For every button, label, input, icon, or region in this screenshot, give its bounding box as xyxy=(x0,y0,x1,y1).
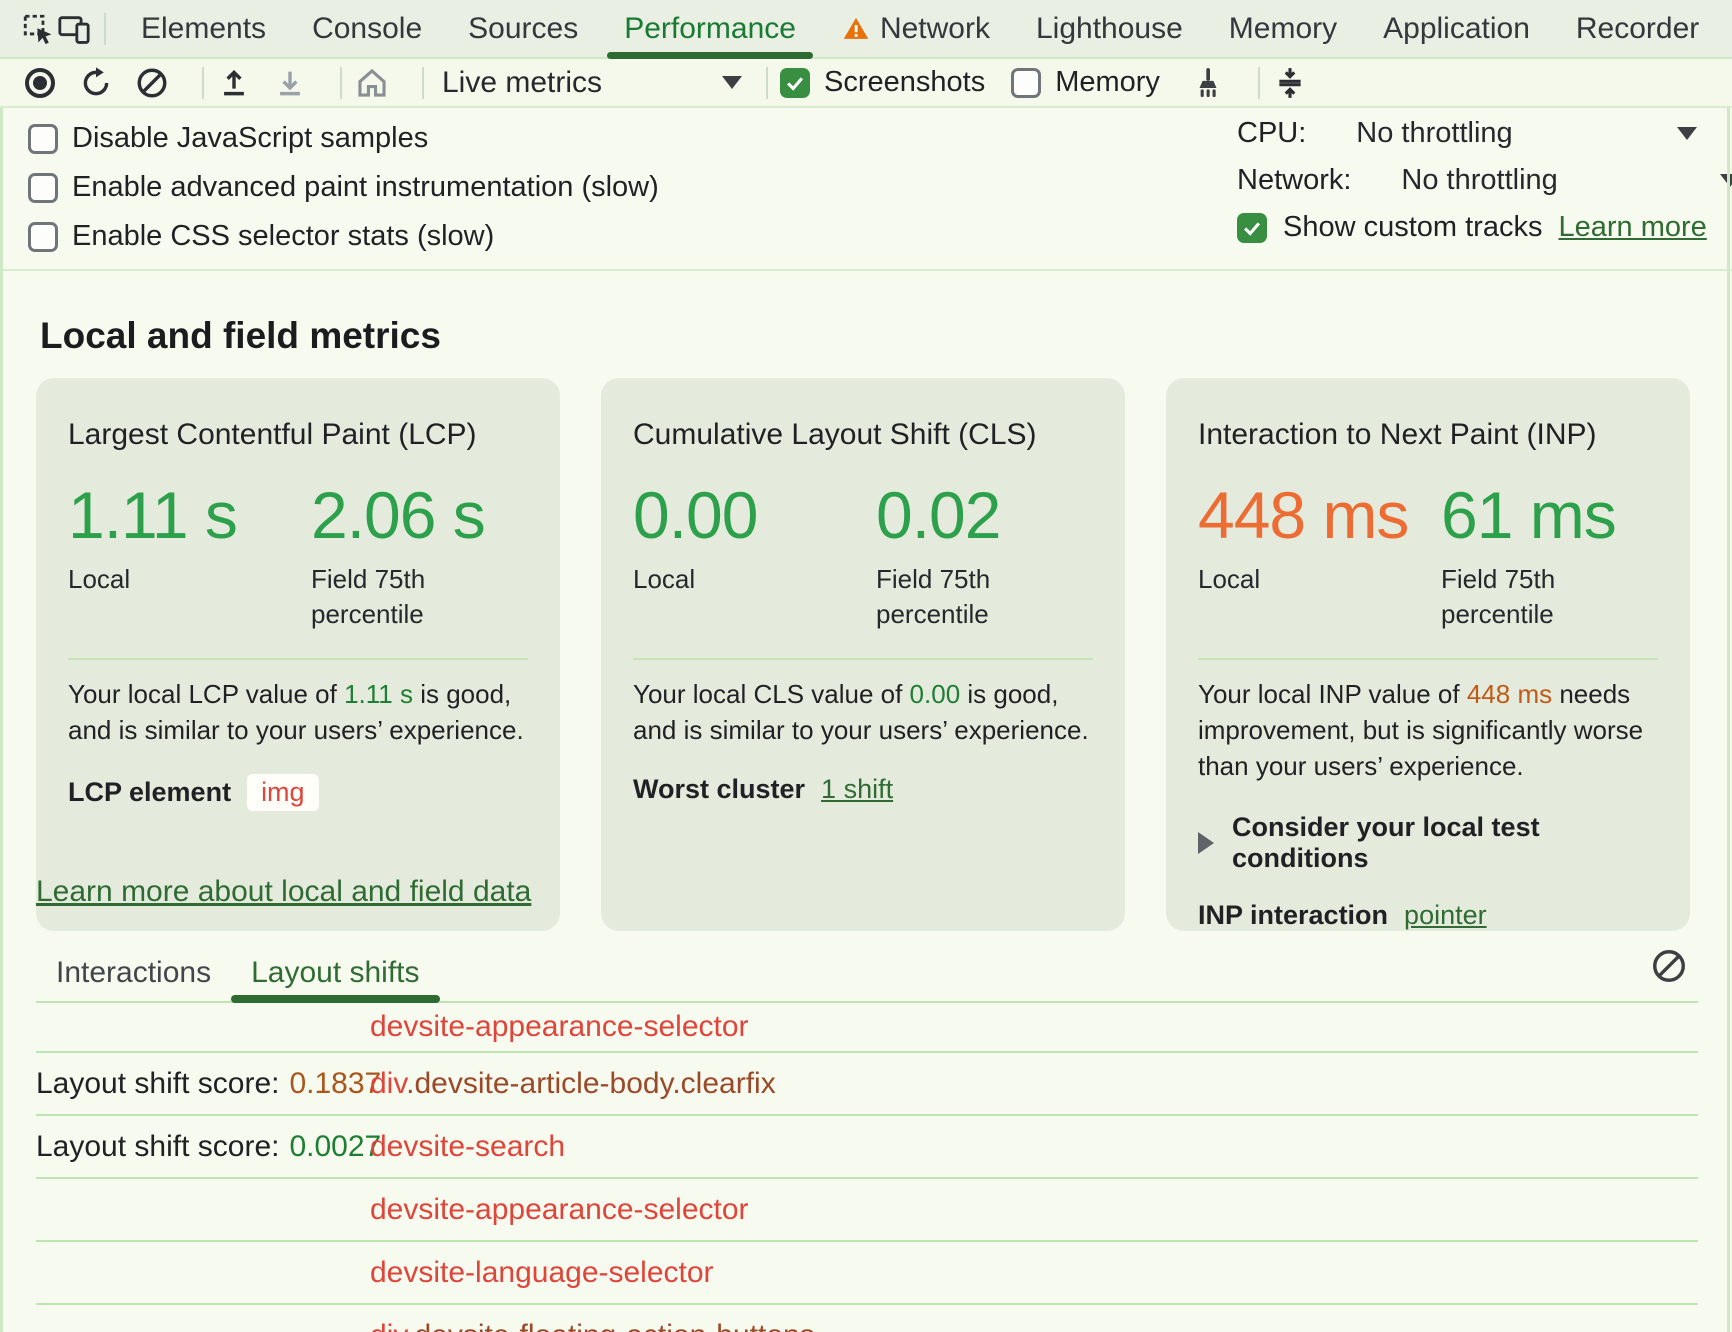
field-data-learn-more-link[interactable]: Learn more about local and field data xyxy=(36,875,531,909)
inp-card: Interaction to Next Paint (INP) 448 ms L… xyxy=(1166,378,1690,931)
clear-icon[interactable] xyxy=(134,65,170,101)
gc-broom-icon[interactable] xyxy=(1190,65,1226,101)
disable-js-samples-row[interactable]: Disable JavaScript samples xyxy=(28,122,659,155)
tab-elements[interactable]: Elements xyxy=(118,0,289,57)
lcp-card: Largest Contentful Paint (LCP) 1.11 s Lo… xyxy=(36,378,560,931)
load-profile-icon[interactable] xyxy=(216,65,252,101)
inspect-element-icon[interactable] xyxy=(20,11,56,47)
disclosure-triangle-icon xyxy=(1198,832,1214,854)
layout-shift-row[interactable]: Layout shift score: 0.0027 devsite-searc… xyxy=(36,1116,1698,1179)
lcp-field-value: 2.06 s xyxy=(311,482,528,548)
layout-shift-row[interactable]: devsite-appearance-selector xyxy=(36,1179,1698,1242)
layout-shift-row[interactable]: devsite-language-selector xyxy=(36,1242,1698,1305)
layout-shift-row[interactable]: devsite-appearance-selector xyxy=(36,1003,1698,1053)
live-metrics-label: Live metrics xyxy=(442,66,602,100)
tab-console[interactable]: Console xyxy=(289,0,445,57)
performance-toolbar: Live metrics Screenshots Memory xyxy=(0,59,1732,108)
tab-recorder[interactable]: Recorder xyxy=(1553,0,1722,57)
cls-local-value: 0.00 xyxy=(633,482,876,548)
device-toolbar-icon[interactable] xyxy=(56,11,92,47)
throttling-settings: CPU: No throttling Network: No throttlin… xyxy=(1237,110,1707,251)
tab-application[interactable]: Application xyxy=(1360,0,1553,57)
divider xyxy=(340,67,342,99)
page-title: Local and field metrics xyxy=(40,315,441,357)
inp-field-value: 61 ms xyxy=(1441,482,1658,548)
devtools-performance-panel: Elements Console Sources Performance Net… xyxy=(0,0,1732,1332)
divider xyxy=(1198,658,1658,660)
cls-card-title: Cumulative Layout Shift (CLS) xyxy=(633,418,1093,452)
divider xyxy=(633,658,1093,660)
advanced-paint-row[interactable]: Enable advanced paint instrumentation (s… xyxy=(28,171,659,204)
capture-settings: Disable JavaScript samples Enable advanc… xyxy=(0,110,1732,271)
local-test-conditions-disclosure[interactable]: Consider your local test conditions xyxy=(1198,812,1658,874)
capture-settings-checkboxes: Disable JavaScript samples Enable advanc… xyxy=(28,122,659,253)
tab-layout-shifts[interactable]: Layout shifts xyxy=(231,949,439,997)
network-throttling-select[interactable]: Network: No throttling xyxy=(1237,157,1707,204)
memory-checkbox[interactable] xyxy=(1011,68,1041,98)
worst-cluster-link[interactable]: 1 shift xyxy=(821,774,893,805)
divider xyxy=(422,67,424,99)
cpu-throttling-select[interactable]: CPU: No throttling xyxy=(1237,110,1707,157)
inp-card-title: Interaction to Next Paint (INP) xyxy=(1198,418,1658,452)
record-icon[interactable] xyxy=(22,65,58,101)
divider xyxy=(766,67,768,99)
chevron-down-icon xyxy=(1720,174,1732,187)
inp-interaction-link[interactable]: pointer xyxy=(1404,900,1487,931)
divider xyxy=(68,658,528,660)
tab-sources[interactable]: Sources xyxy=(445,0,601,57)
home-icon[interactable] xyxy=(354,65,390,101)
live-metrics-dropdown[interactable]: Live metrics xyxy=(442,66,742,100)
css-selector-stats-checkbox[interactable] xyxy=(28,222,58,252)
cls-description: Your local CLS value of 0.00 is good, an… xyxy=(633,676,1093,748)
tab-privacy-sandbox[interactable]: Privacy Sand xyxy=(1722,0,1732,57)
lcp-card-title: Largest Contentful Paint (LCP) xyxy=(68,418,528,452)
collapse-icon[interactable] xyxy=(1272,65,1308,101)
tab-memory[interactable]: Memory xyxy=(1206,0,1360,57)
chevron-down-icon xyxy=(1677,127,1697,140)
divider xyxy=(104,13,106,45)
divider xyxy=(202,67,204,99)
layout-shift-log: devsite-appearance-selector Layout shift… xyxy=(36,1003,1698,1332)
metric-cards: Largest Contentful Paint (LCP) 1.11 s Lo… xyxy=(36,378,1690,845)
cls-field-value: 0.02 xyxy=(876,482,1093,548)
save-profile-icon[interactable] xyxy=(272,65,308,101)
chevron-down-icon xyxy=(722,76,742,89)
show-custom-tracks-checkbox[interactable] xyxy=(1237,213,1267,243)
clear-log-icon[interactable] xyxy=(1650,947,1688,985)
warning-triangle-icon xyxy=(842,15,870,43)
lcp-description: Your local LCP value of 1.11 s is good, … xyxy=(68,676,528,748)
advanced-paint-checkbox[interactable] xyxy=(28,173,58,203)
tab-lighthouse[interactable]: Lighthouse xyxy=(1013,0,1206,57)
inp-local-value: 448 ms xyxy=(1198,482,1441,548)
tab-interactions[interactable]: Interactions xyxy=(36,949,231,997)
lcp-element-link[interactable]: img xyxy=(247,774,319,811)
shift-score: 0.1837 xyxy=(289,1067,381,1101)
screenshots-checkbox[interactable] xyxy=(780,68,810,98)
screenshots-checkbox-row[interactable]: Screenshots xyxy=(780,66,985,99)
devtools-tabbar: Elements Console Sources Performance Net… xyxy=(0,0,1732,59)
tab-performance[interactable]: Performance xyxy=(601,0,819,57)
live-metrics-view: Local and field metrics Largest Contentf… xyxy=(0,271,1732,1332)
inp-description: Your local INP value of 448 ms needs imp… xyxy=(1198,676,1658,784)
cls-card: Cumulative Layout Shift (CLS) 0.00 Local… xyxy=(601,378,1125,931)
css-selector-stats-row[interactable]: Enable CSS selector stats (slow) xyxy=(28,220,659,253)
layout-shift-row[interactable]: div.devsite-floating-action-buttons xyxy=(36,1305,1698,1332)
lcp-local-value: 1.11 s xyxy=(68,482,311,548)
layout-shift-row[interactable]: Layout shift score: 0.1837 div.devsite-a… xyxy=(36,1053,1698,1116)
custom-tracks-learn-more-link[interactable]: Learn more xyxy=(1558,211,1706,244)
show-custom-tracks-row: Show custom tracks Learn more xyxy=(1237,204,1707,251)
divider xyxy=(1258,67,1260,99)
tab-network[interactable]: Network xyxy=(819,0,1013,57)
disable-js-samples-checkbox[interactable] xyxy=(28,124,58,154)
reload-and-record-icon[interactable] xyxy=(78,65,114,101)
log-tabs: Interactions Layout shifts xyxy=(36,949,440,997)
shift-score: 0.0027 xyxy=(289,1130,381,1164)
memory-checkbox-row[interactable]: Memory xyxy=(1011,66,1160,99)
